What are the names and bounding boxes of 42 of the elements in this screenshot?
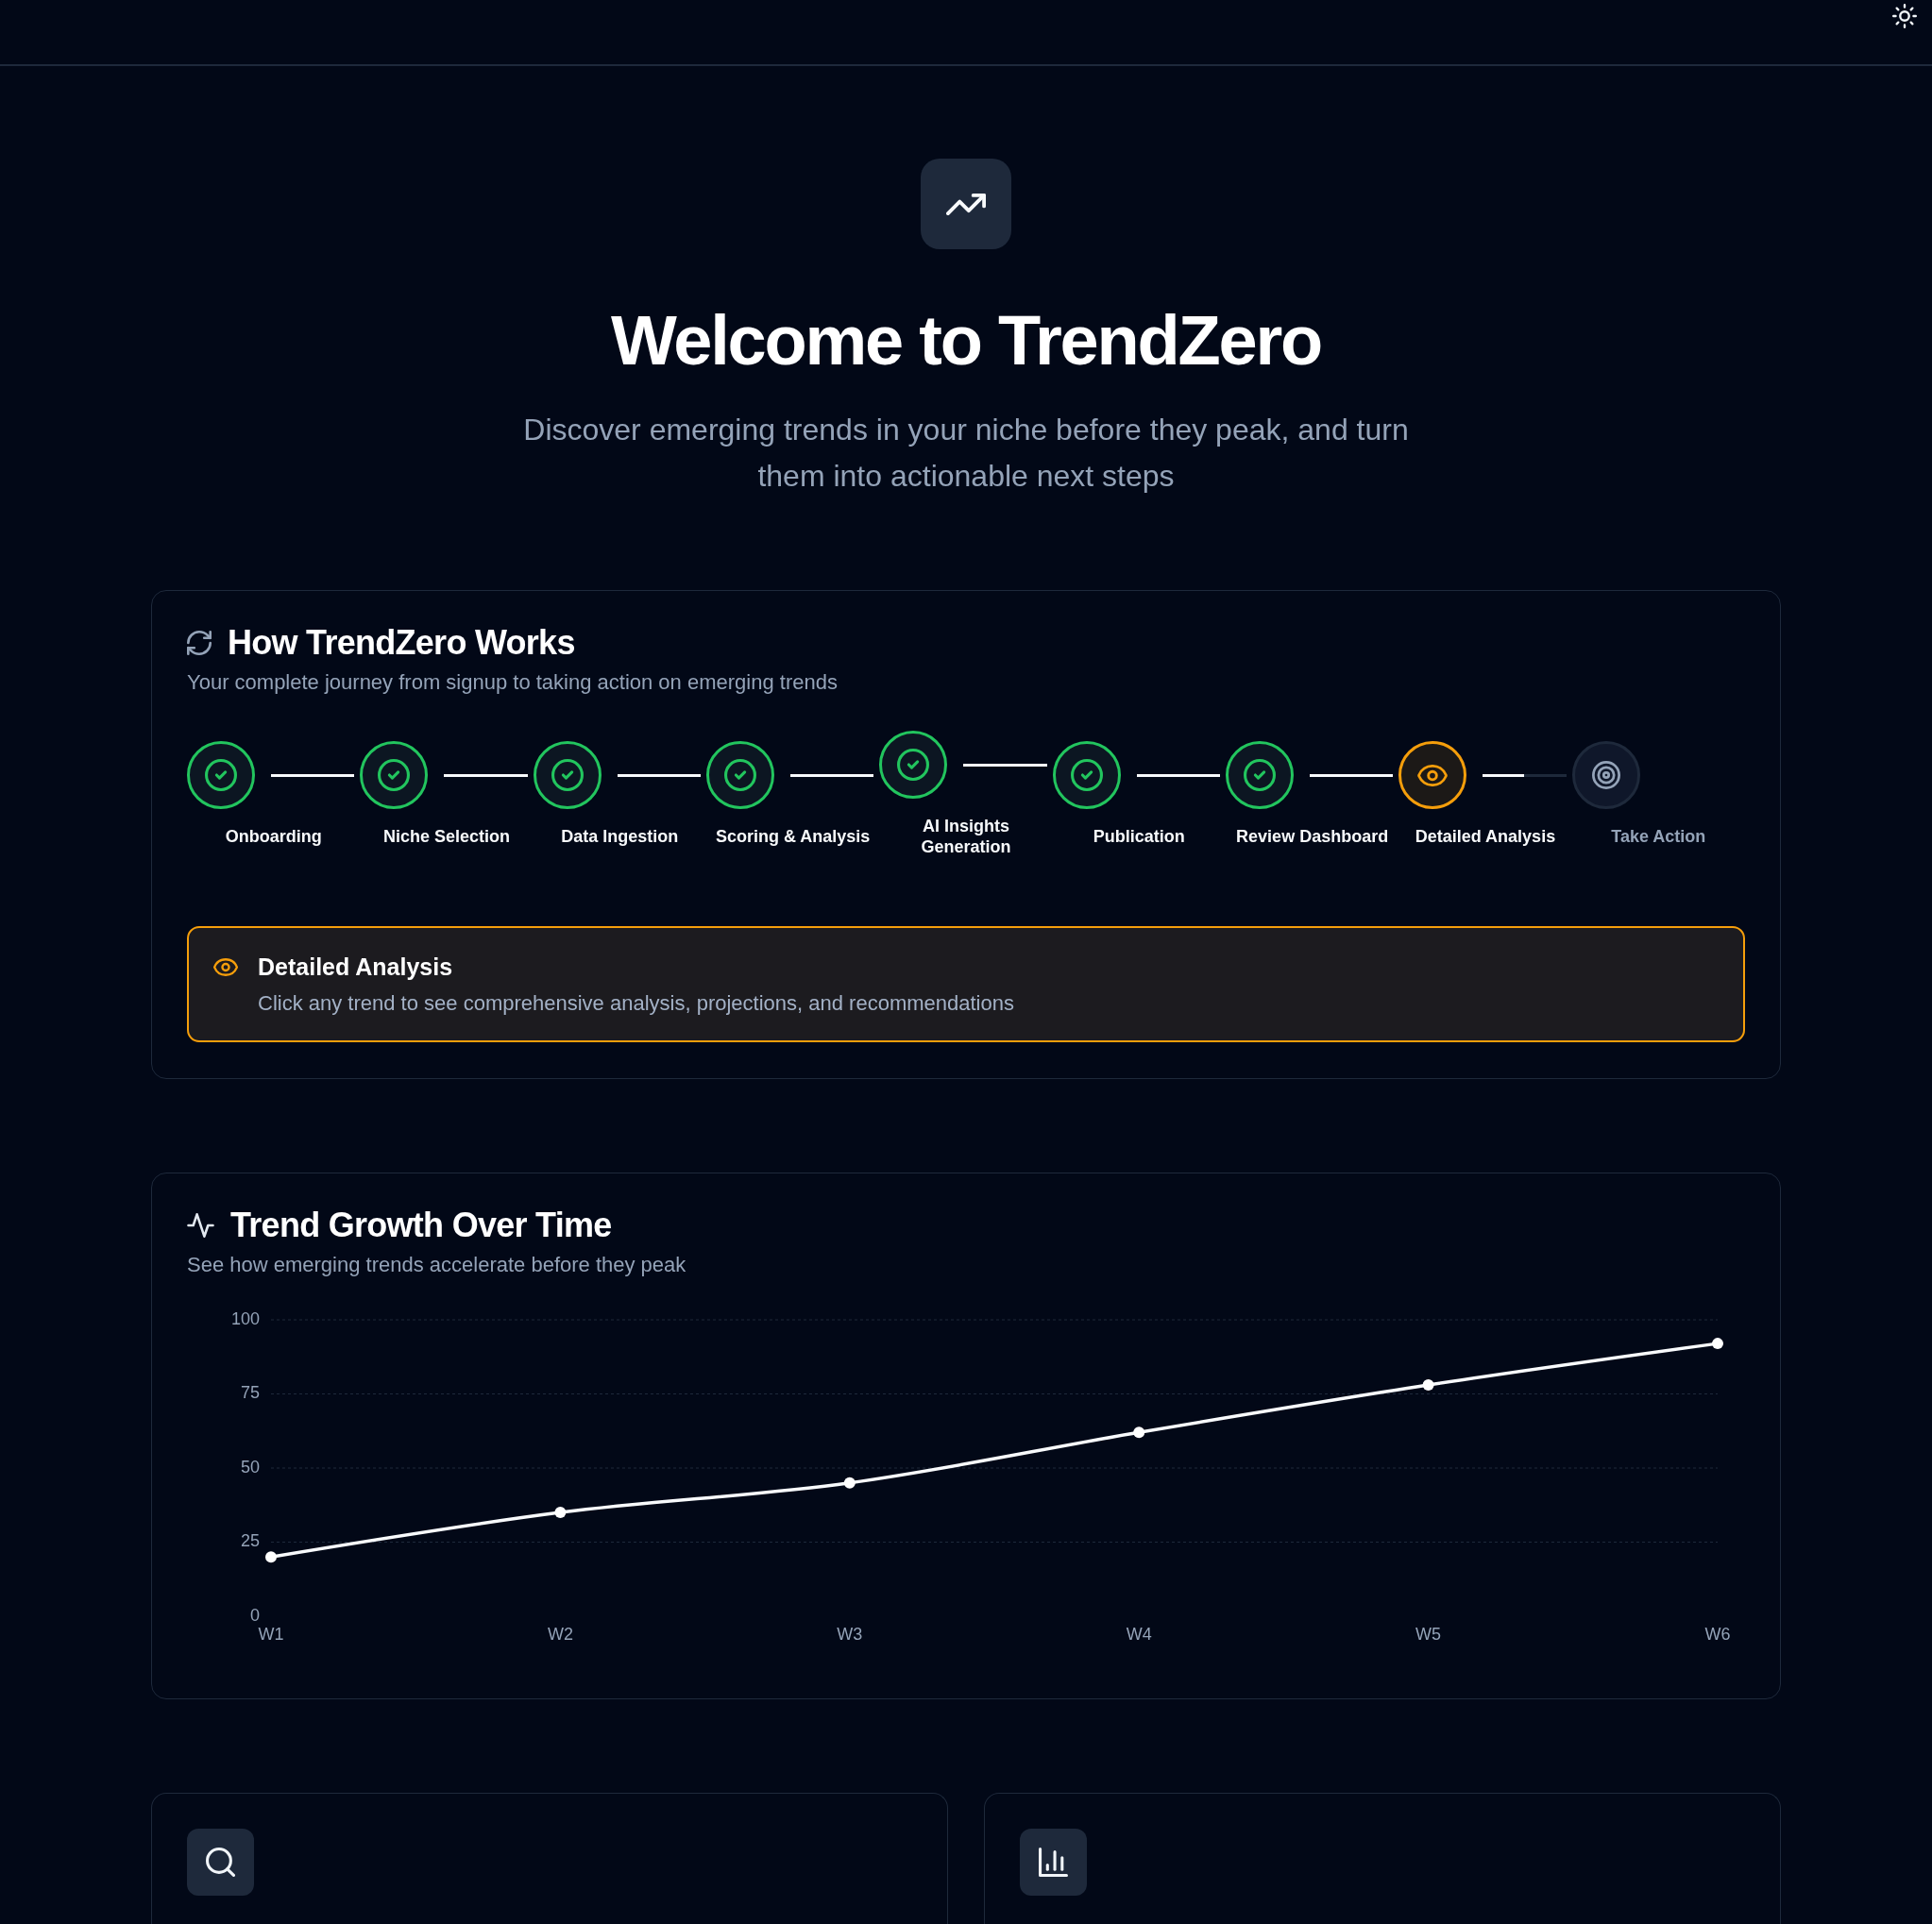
section-title: How TrendZero Works — [228, 622, 575, 663]
page-title: Welcome to TrendZero — [611, 302, 1321, 379]
y-axis-label: 25 — [240, 1531, 260, 1551]
y-axis-label: 100 — [230, 1308, 260, 1328]
y-axis-label: 0 — [250, 1605, 260, 1625]
theme-toggle-button[interactable] — [1890, 1, 1920, 31]
x-axis-label: W6 — [1704, 1624, 1731, 1644]
data-point — [843, 1477, 856, 1489]
data-point — [554, 1507, 567, 1519]
data-point — [265, 1551, 277, 1563]
step-label: AI Insights Generation — [920, 816, 1012, 857]
step-label: Take Action — [1610, 826, 1707, 847]
y-axis-label: 75 — [240, 1383, 260, 1403]
data-point — [1133, 1426, 1145, 1439]
refresh-icon — [187, 630, 212, 655]
x-axis-label: W4 — [1126, 1624, 1152, 1644]
page-subtitle: Discover emerging trends in your niche before they peak, and turn them into actionable next steps — [522, 412, 1410, 495]
step-label: Scoring & Analysis — [714, 826, 872, 847]
step-label: Publication — [1092, 826, 1186, 847]
data-point — [1712, 1338, 1723, 1350]
activity-icon — [187, 1212, 214, 1238]
section-subtitle: Your complete journey from signup to taking action on emerging trends — [187, 669, 839, 696]
sun-icon — [1892, 4, 1917, 28]
eye-icon — [213, 958, 238, 976]
data-point — [1422, 1379, 1434, 1392]
step-label: Onboarding — [224, 826, 323, 847]
trending-up-icon — [921, 159, 1011, 249]
x-axis-label: W1 — [258, 1624, 284, 1644]
section-subtitle: See how emerging trends accelerate before they peak — [187, 1252, 687, 1278]
bar-chart-icon — [1020, 1829, 1087, 1896]
x-axis-label: W2 — [547, 1624, 573, 1644]
section-title: Trend Growth Over Time — [230, 1205, 612, 1245]
step-label: Review Dashboard — [1235, 826, 1390, 847]
x-axis-label: W5 — [1415, 1624, 1442, 1644]
step-label: Data Ingestion — [560, 826, 680, 847]
detail-description: Click any trend to see comprehensive analysis, projections, and recommendations — [258, 990, 1014, 1017]
detail-title: Detailed Analysis — [258, 953, 454, 981]
step-label: Detailed Analysis — [1414, 826, 1557, 847]
search-icon — [187, 1829, 254, 1896]
x-axis-label: W3 — [837, 1624, 863, 1644]
y-axis-label: 50 — [240, 1457, 260, 1477]
step-label: Niche Selection — [381, 826, 511, 847]
